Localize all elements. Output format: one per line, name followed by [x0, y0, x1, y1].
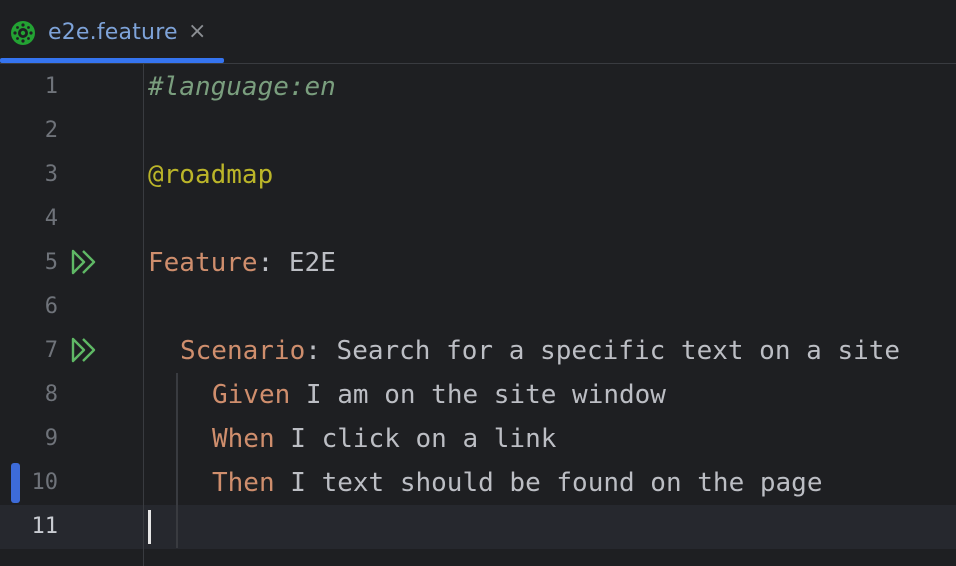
line-number: 2 [44, 118, 58, 143]
line-number: 6 [44, 294, 58, 319]
code-comment: #language:en [148, 72, 336, 102]
code-token: I text should be found on the page [274, 468, 823, 498]
text-caret [148, 510, 151, 544]
code-token: : E2E [257, 248, 336, 278]
code-line[interactable]: 10 Then I text should be found on the pag… [0, 460, 956, 504]
code-text: When I click on a link [212, 422, 556, 456]
editor-tab-bar: e2e.feature × [0, 0, 956, 64]
gherkin-keyword: When [212, 424, 275, 454]
code-text: @roadmap [148, 158, 273, 192]
gherkin-tag: @roadmap [148, 160, 274, 190]
code-text: Then I text should be found on the page [212, 466, 823, 500]
line-number: 11 [31, 514, 59, 539]
run-gutter-icon[interactable] [70, 337, 98, 363]
line-number: 10 [31, 470, 59, 495]
line-number: 1 [44, 74, 58, 99]
code-line[interactable]: 6 [0, 284, 956, 328]
line-number: 5 [44, 250, 58, 275]
gherkin-keyword: Scenario [180, 336, 306, 366]
code-editor[interactable]: 1 #language:en 2 3 @roadmap 4 5 Feature: E2E 6 7 S… [0, 64, 956, 566]
code-text: Given I am on the site window [212, 378, 666, 412]
code-line[interactable]: 2 [0, 108, 956, 152]
code-line[interactable]: 1 #language:en [0, 64, 956, 108]
active-tab-indicator [0, 58, 224, 63]
code-line[interactable]: 3 @roadmap [0, 152, 956, 196]
code-text: #language:en [148, 70, 336, 104]
code-line[interactable]: 8 Given I am on the site window [0, 372, 956, 416]
code-line[interactable]: 7 Scenario: Search for a specific text on… [0, 328, 956, 372]
line-number: 3 [44, 162, 58, 187]
code-token: I click on a link [274, 424, 557, 454]
code-text: Feature: E2E [148, 246, 336, 280]
line-number: 4 [44, 206, 58, 231]
gherkin-keyword: Given [212, 380, 291, 410]
cucumber-icon [11, 21, 35, 45]
run-gutter-icon[interactable] [70, 249, 98, 275]
code-line[interactable]: 5 Feature: E2E [0, 240, 956, 284]
line-number: 8 [44, 382, 58, 407]
code-line[interactable]: 9 When I click on a link [0, 416, 956, 460]
code-text: Scenario: Search for a specific text on … [180, 334, 900, 368]
line-number: 7 [44, 338, 58, 363]
tab-e2e-feature[interactable]: e2e.feature × [0, 0, 224, 63]
tab-close-icon[interactable]: × [188, 17, 206, 47]
gherkin-keyword: Then [212, 468, 275, 498]
line-number: 9 [44, 426, 58, 451]
code-line[interactable]: 4 [0, 196, 956, 240]
code-token: I am on the site window [290, 380, 666, 410]
code-token: : Search for a specific text on a site [305, 336, 901, 366]
code-line[interactable]: 11 [0, 504, 956, 548]
gherkin-keyword: Feature [148, 248, 258, 278]
tab-label: e2e.feature [48, 20, 178, 45]
